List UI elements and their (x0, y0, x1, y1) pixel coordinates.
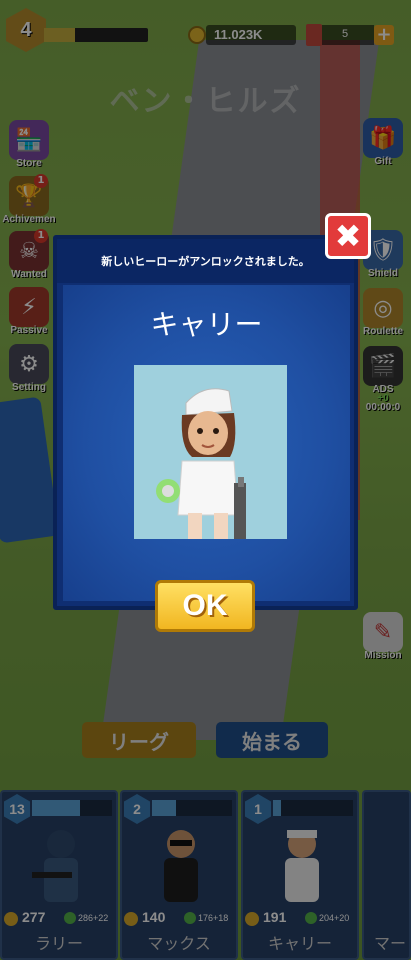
ok-label: OK (182, 589, 228, 622)
nurse-hero-image (134, 365, 287, 539)
dialog-body: キャリー (63, 285, 350, 601)
dialog-message: 新しいヒーローがアンロックされました。 (101, 255, 310, 268)
unlocked-hero-name: キャリー (150, 308, 263, 341)
dialog-header: 新しいヒーローがアンロックされました。 (57, 239, 354, 283)
close-icon: ✖ (334, 217, 362, 255)
hero-unlock-dialog: 新しいヒーローがアンロックされました。 キャリー (53, 235, 358, 610)
ok-button[interactable]: OK (155, 580, 255, 632)
hero-portrait (134, 365, 287, 539)
close-button[interactable]: ✖ (325, 213, 371, 259)
